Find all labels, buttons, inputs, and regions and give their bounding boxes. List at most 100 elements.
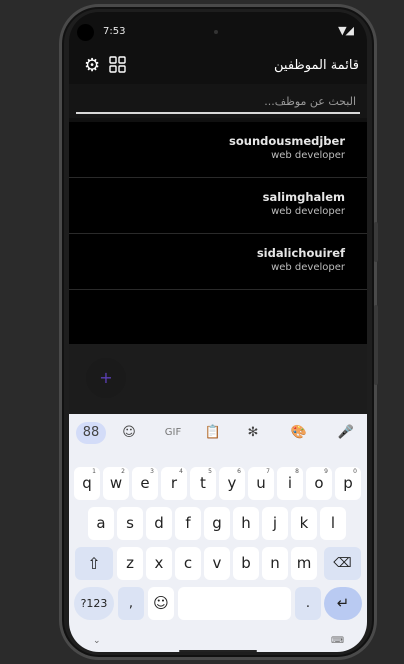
key-m[interactable]: m xyxy=(291,547,317,580)
employee-item[interactable]: soundousmedjber web developer xyxy=(69,122,367,178)
sticker-icon[interactable]: ☺ xyxy=(114,422,144,444)
key-g-label: g xyxy=(212,514,222,532)
key-x[interactable]: x xyxy=(146,547,172,580)
key-y[interactable]: y6 xyxy=(219,467,245,500)
key-o-label: o xyxy=(314,474,324,492)
key-z-label: z xyxy=(126,554,134,572)
key-t-hint: 5 xyxy=(208,468,212,475)
key-n[interactable]: n xyxy=(262,547,288,580)
employee-item[interactable]: salimghalem web developer xyxy=(69,178,367,234)
page-title: قائمة الموظفين xyxy=(274,58,359,73)
key-s-label: s xyxy=(126,514,134,532)
key-w-hint: 2 xyxy=(121,468,125,475)
employee-name: soundousmedjber xyxy=(229,134,345,148)
key-o[interactable]: o9 xyxy=(306,467,332,500)
keyboard-switch-icon[interactable]: ⌨ xyxy=(331,636,344,646)
key-z[interactable]: z xyxy=(117,547,143,580)
key-u-label: u xyxy=(256,474,266,492)
symbols-key[interactable]: ?123 xyxy=(74,587,114,620)
navigation-handle[interactable] xyxy=(179,650,257,652)
employee-item[interactable]: sidalichouiref web developer xyxy=(69,234,367,290)
app-bar: ⚙ قائمة الموظفين xyxy=(69,50,367,84)
key-c[interactable]: c xyxy=(175,547,201,580)
key-u[interactable]: u7 xyxy=(248,467,274,500)
key-h[interactable]: h xyxy=(233,507,259,540)
key-v[interactable]: v xyxy=(204,547,230,580)
key-e-hint: 3 xyxy=(150,468,154,475)
key-l-label: l xyxy=(330,514,336,532)
apps-icon[interactable]: 88 xyxy=(76,422,106,444)
key-r[interactable]: r4 xyxy=(161,467,187,500)
backspace-key[interactable]: ⌫ xyxy=(324,547,361,580)
microphone-icon[interactable]: 🎤 xyxy=(331,422,361,444)
key-m-label: m xyxy=(296,554,312,572)
hide-keyboard-icon[interactable]: ⌄ xyxy=(93,636,101,646)
sensor-dot xyxy=(214,30,218,34)
key-y-label: y xyxy=(227,474,237,492)
key-i-label: i xyxy=(287,474,293,492)
camera-icon xyxy=(77,24,94,41)
key-q[interactable]: q1 xyxy=(74,467,100,500)
add-employee-button[interactable]: + xyxy=(86,358,126,398)
key-r-label: r xyxy=(170,474,178,492)
search-input[interactable] xyxy=(76,90,360,114)
volume-button xyxy=(374,222,378,262)
key-i-hint: 8 xyxy=(295,468,299,475)
key-b-label: b xyxy=(241,554,251,572)
key-k-label: k xyxy=(299,514,309,532)
key-j-label: j xyxy=(272,514,278,532)
key-f-label: f xyxy=(185,514,191,532)
comma-key[interactable]: , xyxy=(118,587,144,620)
key-y-hint: 6 xyxy=(237,468,241,475)
enter-key[interactable]: ↵ xyxy=(324,587,362,620)
key-p[interactable]: p0 xyxy=(335,467,361,500)
emoji-key[interactable]: ☺ xyxy=(148,587,174,620)
key-a-label: a xyxy=(96,514,106,532)
clipboard-icon[interactable]: 📋 xyxy=(198,422,228,444)
key-t[interactable]: t5 xyxy=(190,467,216,500)
key-e-label: e xyxy=(140,474,150,492)
employee-name: salimghalem xyxy=(262,190,345,204)
grid-icon[interactable] xyxy=(109,56,126,78)
list-empty-row xyxy=(69,290,367,345)
search-bar xyxy=(69,84,367,118)
key-f[interactable]: f xyxy=(175,507,201,540)
key-d-label: d xyxy=(154,514,164,532)
palette-icon[interactable]: 🎨 xyxy=(284,422,314,444)
key-w-label: w xyxy=(109,474,123,492)
status-time: 7:53 xyxy=(103,26,126,37)
employee-role: web developer xyxy=(271,150,345,161)
key-d[interactable]: d xyxy=(146,507,172,540)
key-s[interactable]: s xyxy=(117,507,143,540)
gear-icon[interactable]: ⚙ xyxy=(84,56,100,76)
signal-icon: ▼◢ xyxy=(338,24,354,37)
employee-role: web developer xyxy=(271,206,345,217)
key-b[interactable]: b xyxy=(233,547,259,580)
employee-role: web developer xyxy=(271,262,345,273)
key-r-hint: 4 xyxy=(179,468,183,475)
key-o-hint: 9 xyxy=(324,468,328,475)
key-p-hint: 0 xyxy=(353,468,357,475)
power-button xyxy=(374,305,378,385)
key-e[interactable]: e3 xyxy=(132,467,158,500)
key-t-label: t xyxy=(200,474,206,492)
period-key[interactable]: . xyxy=(295,587,321,620)
key-g[interactable]: g xyxy=(204,507,230,540)
key-v-label: v xyxy=(212,554,222,572)
key-p-label: p xyxy=(343,474,353,492)
key-j[interactable]: j xyxy=(262,507,288,540)
key-c-label: c xyxy=(183,554,193,572)
key-i[interactable]: i8 xyxy=(277,467,303,500)
key-w[interactable]: w2 xyxy=(103,467,129,500)
settings-icon[interactable]: ✻ xyxy=(238,422,268,444)
key-l[interactable]: l xyxy=(320,507,346,540)
key-k[interactable]: k xyxy=(291,507,317,540)
space-key[interactable] xyxy=(178,587,291,620)
key-a[interactable]: a xyxy=(88,507,114,540)
key-h-label: h xyxy=(241,514,251,532)
gif-icon[interactable]: GIF xyxy=(158,422,188,444)
employee-name: sidalichouiref xyxy=(256,246,345,260)
key-n-label: n xyxy=(270,554,280,572)
shift-key[interactable]: ⇧ xyxy=(75,547,113,580)
key-x-label: x xyxy=(154,554,164,572)
